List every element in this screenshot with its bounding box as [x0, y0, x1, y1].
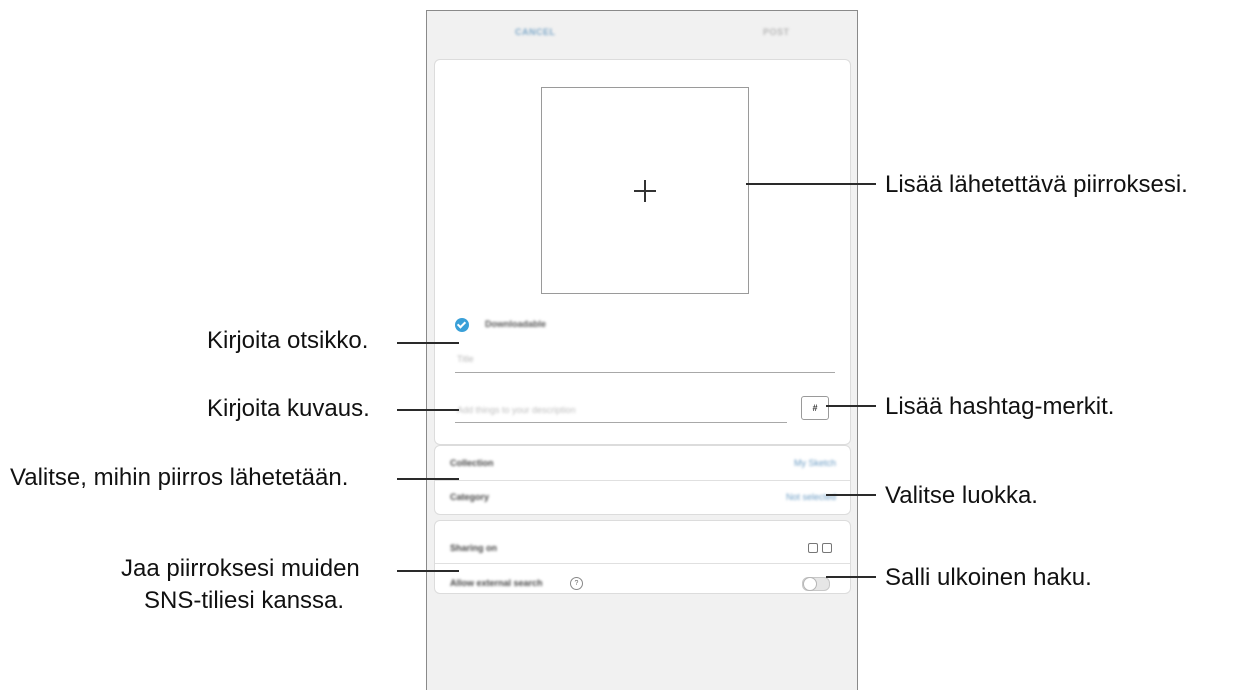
phone-screen: CANCEL POST Downloadable Title Add thing… [426, 10, 858, 690]
description-input[interactable]: Add things to your description [455, 400, 787, 423]
sharing-card: Sharing on Allow external search ? [434, 520, 851, 594]
callout-enter-description: Kirjoita kuvaus. [207, 395, 370, 422]
callout-add-drawing: Lisää lähetettävä piirroksesi. [885, 171, 1188, 198]
add-image-button[interactable] [541, 87, 749, 294]
callout-add-hashtags: Lisää hashtag-merkit. [885, 393, 1115, 420]
callout-line [397, 478, 459, 480]
callout-allow-search: Salli ulkoinen haku. [885, 564, 1092, 591]
callout-line [397, 409, 459, 411]
divider [435, 480, 850, 481]
target-settings-card: Collection My Sketch Category Not select… [434, 445, 851, 515]
category-label: Category [450, 492, 490, 502]
facebook-icon[interactable] [808, 543, 818, 553]
callout-line [746, 183, 876, 185]
callout-line [826, 494, 876, 496]
upload-form-card: Downloadable Title Add things to your de… [434, 59, 851, 445]
twitter-icon[interactable] [822, 543, 832, 553]
callout-share-line2: SNS-tiliesi kanssa. [144, 587, 345, 614]
sharing-on-label: Sharing on [450, 543, 497, 553]
external-search-label: Allow external search [450, 578, 543, 588]
checkbox-checked-icon[interactable] [455, 318, 469, 332]
description-placeholder: Add things to your description [457, 405, 576, 415]
callout-select-category: Valitse luokka. [885, 482, 1038, 509]
divider [435, 563, 850, 564]
help-icon[interactable]: ? [570, 577, 583, 590]
top-bar: CANCEL POST [427, 11, 857, 57]
cancel-button[interactable]: CANCEL [515, 27, 556, 37]
callout-enter-title: Kirjoita otsikko. [207, 327, 369, 354]
collection-value[interactable]: My Sketch [794, 458, 836, 468]
callout-line [826, 576, 876, 578]
title-placeholder: Title [457, 354, 474, 364]
collection-label: Collection [450, 458, 494, 468]
title-input[interactable]: Title [455, 350, 835, 373]
post-button[interactable]: POST [763, 27, 790, 37]
external-search-toggle[interactable] [802, 577, 830, 591]
callout-line [397, 570, 459, 572]
downloadable-label: Downloadable [485, 319, 547, 329]
callout-line [826, 405, 876, 407]
plus-icon [634, 180, 656, 202]
callout-line [397, 342, 459, 344]
hashtag-button[interactable]: # [801, 396, 829, 420]
callout-select-target: Valitse, mihin piirros lähetetään. [10, 464, 349, 491]
callout-share-line1: Jaa piirroksesi muiden [121, 555, 360, 582]
